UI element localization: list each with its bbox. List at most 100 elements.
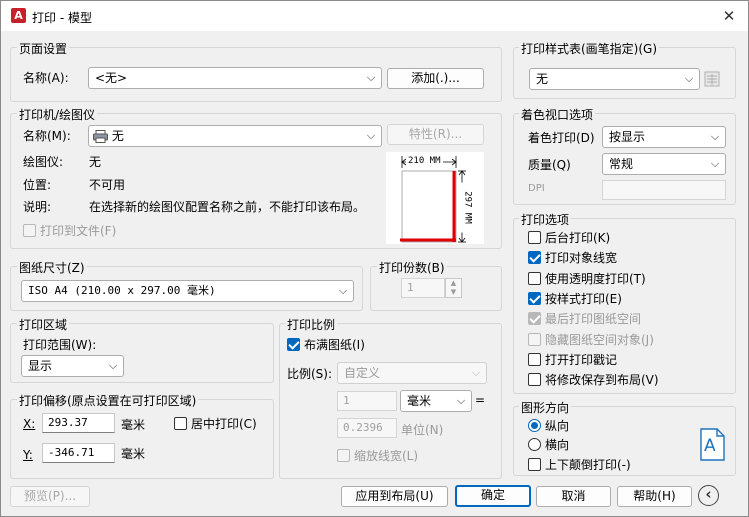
checkbox-box — [174, 417, 187, 430]
location-label: 位置: — [23, 178, 52, 192]
offset-x-label: X: — [23, 417, 36, 431]
printer-name-select[interactable]: 无 ⌵ — [88, 125, 382, 147]
checkbox-box — [528, 373, 541, 387]
fit-to-paper-label: 布满图纸(I) — [304, 338, 365, 352]
spin-down-icon[interactable]: ▼ — [446, 288, 461, 297]
plotter-label: 绘图仪: — [23, 155, 64, 169]
portrait-radio[interactable]: 纵向 — [528, 417, 569, 435]
radio-dot — [528, 419, 541, 432]
printer-properties-button[interactable]: 特性(R)... — [387, 124, 484, 145]
window-title: 打印 - 模型 — [32, 11, 92, 25]
quality-select[interactable]: 常规 ⌵ — [602, 153, 726, 175]
offset-y-unit: 毫米 — [121, 447, 146, 461]
paper-size-select[interactable]: ISO A4 (210.00 x 297.00 毫米) ⌵ — [21, 280, 354, 302]
quality-label: 质量(Q) — [528, 158, 571, 172]
offset-y-input[interactable]: -346.71 — [42, 443, 115, 463]
spin-up-icon[interactable]: ▲ — [446, 279, 461, 288]
offset-x-unit: 毫米 — [121, 418, 146, 432]
scale-label: 比例(S): — [287, 367, 333, 381]
hide-paperspace-objects-checkbox[interactable]: 隐藏图纸空间对象(J) — [528, 331, 654, 349]
checkbox-box — [528, 312, 541, 326]
printer-name-value: 无 — [111, 129, 124, 143]
chevron-down-icon: ⌵ — [471, 366, 481, 379]
save-changes-to-layout-checkbox[interactable]: 将修改保存到布局(V) — [528, 371, 659, 389]
scale-unit-select[interactable]: 毫米 ⌵ — [400, 390, 472, 412]
plot-transparency-checkbox[interactable]: 使用透明度打印(T) — [528, 270, 646, 288]
edit-plot-style-icon[interactable] — [704, 70, 722, 88]
plot-offset-group — [10, 399, 274, 479]
preview-button[interactable]: 预览(P)... — [10, 486, 90, 507]
plot-range-value: 显示 — [28, 359, 53, 373]
background-plot-label: 后台打印(K) — [545, 231, 611, 245]
chevron-down-icon: ⌵ — [684, 72, 694, 85]
fit-to-paper-checkbox[interactable]: 布满图纸(I) — [287, 336, 365, 354]
drawing-orientation-title: 图形方向 — [519, 399, 572, 416]
help-button[interactable]: 帮助(H) — [617, 486, 692, 507]
offset-y-label: Y: — [23, 448, 33, 462]
scale-equals: = — [475, 393, 486, 407]
scale-value-2-input[interactable]: 0.2396 — [337, 418, 397, 438]
location-value: 不可用 — [89, 178, 126, 192]
portrait-label: 纵向 — [545, 419, 570, 433]
cancel-button[interactable]: 取消 — [536, 486, 611, 507]
plot-style-table-select[interactable]: 无 ⌵ — [529, 68, 700, 90]
paper-width-label: 210 MM — [406, 156, 443, 167]
plot-offset-title: 打印偏移(原点设置在可打印区域) — [17, 392, 199, 409]
plot-with-styles-checkbox[interactable]: 按样式打印(E) — [528, 290, 622, 308]
orientation-icon-letter: A — [704, 436, 716, 456]
scale-unit-label: 单位(N) — [401, 423, 444, 437]
plot-range-select[interactable]: 显示 ⌵ — [21, 355, 124, 377]
plot-object-lineweights-checkbox[interactable]: 打印对象线宽 — [528, 249, 617, 267]
checkbox-box — [528, 458, 541, 471]
center-plot-label: 居中打印(C) — [191, 417, 257, 431]
checkbox-box — [528, 291, 541, 305]
ok-button[interactable]: 确定 — [455, 485, 531, 507]
page-setup-name-value: <无> — [95, 71, 128, 85]
more-options-toggle-icon[interactable]: ‹ — [698, 485, 719, 506]
radio-dot — [528, 438, 541, 451]
background-plot-checkbox[interactable]: 后台打印(K) — [528, 229, 610, 247]
close-icon[interactable]: ✕ — [718, 5, 740, 27]
shade-plot-value: 按显示 — [609, 130, 646, 144]
plot-style-table-value: 无 — [536, 72, 549, 86]
chevron-down-icon: ⌵ — [710, 130, 720, 143]
paper-height-label: 297 MM — [461, 182, 473, 233]
scale-lineweights-checkbox[interactable]: 缩放线宽(L) — [337, 447, 418, 465]
portrait-page-icon: A — [700, 428, 725, 461]
checkbox-box — [337, 449, 350, 462]
printer-icon — [93, 129, 108, 143]
add-page-setup-button[interactable]: 添加(.)... — [387, 68, 484, 89]
copies-spinner[interactable]: ▲ ▼ — [445, 278, 462, 298]
plot-transparency-label: 使用透明度打印(T) — [545, 271, 646, 286]
copies-input[interactable]: 1 — [401, 278, 445, 298]
scale-select[interactable]: 自定义 ⌵ — [337, 362, 487, 384]
upside-down-checkbox[interactable]: 上下颠倒打印(-) — [528, 456, 631, 474]
center-plot-checkbox[interactable]: 居中打印(C) — [174, 415, 257, 433]
dpi-input[interactable] — [602, 180, 726, 200]
autocad-app-icon: A — [11, 8, 26, 23]
chevron-down-icon: ⌵ — [108, 359, 118, 372]
checkbox-box — [528, 251, 541, 265]
checkbox-box — [528, 352, 541, 366]
plot-stamp-on-checkbox[interactable]: 打开打印戳记 — [528, 351, 617, 369]
shade-plot-select[interactable]: 按显示 ⌵ — [602, 126, 726, 148]
offset-x-input[interactable]: 293.37 — [42, 413, 115, 433]
scale-value-1-input[interactable]: 1 — [337, 391, 397, 411]
landscape-radio[interactable]: 横向 — [528, 436, 569, 454]
upside-down-label: 上下颠倒打印(-) — [545, 458, 631, 472]
copies-title: 打印份数(B) — [377, 259, 447, 276]
print-dialog: A 打印 - 模型 ✕ 页面设置 名称(A): <无> ⌵ 添加(.)... 打… — [0, 0, 749, 517]
dpi-label: DPI — [528, 183, 545, 194]
plot-paperspace-last-checkbox[interactable]: 最后打印图纸空间 — [528, 310, 641, 328]
plot-with-styles-label: 按样式打印(E) — [545, 291, 622, 306]
plot-style-table-title: 打印样式表(画笔指定)(G) — [519, 40, 660, 57]
chevron-down-icon: ⌵ — [366, 129, 376, 142]
page-setup-name-select[interactable]: <无> ⌵ — [88, 67, 382, 89]
chevron-down-icon: ⌵ — [366, 71, 376, 84]
apply-to-layout-button[interactable]: 应用到布局(U) — [341, 486, 448, 507]
checkbox-box — [528, 332, 541, 346]
scale-lineweights-label: 缩放线宽(L) — [354, 449, 419, 463]
print-to-file-checkbox[interactable]: 打印到文件(F) — [23, 222, 116, 240]
description-value: 在选择新的绘图仪配置名称之前，不能打印该布局。 — [89, 200, 366, 214]
scale-unit-value: 毫米 — [407, 394, 432, 408]
